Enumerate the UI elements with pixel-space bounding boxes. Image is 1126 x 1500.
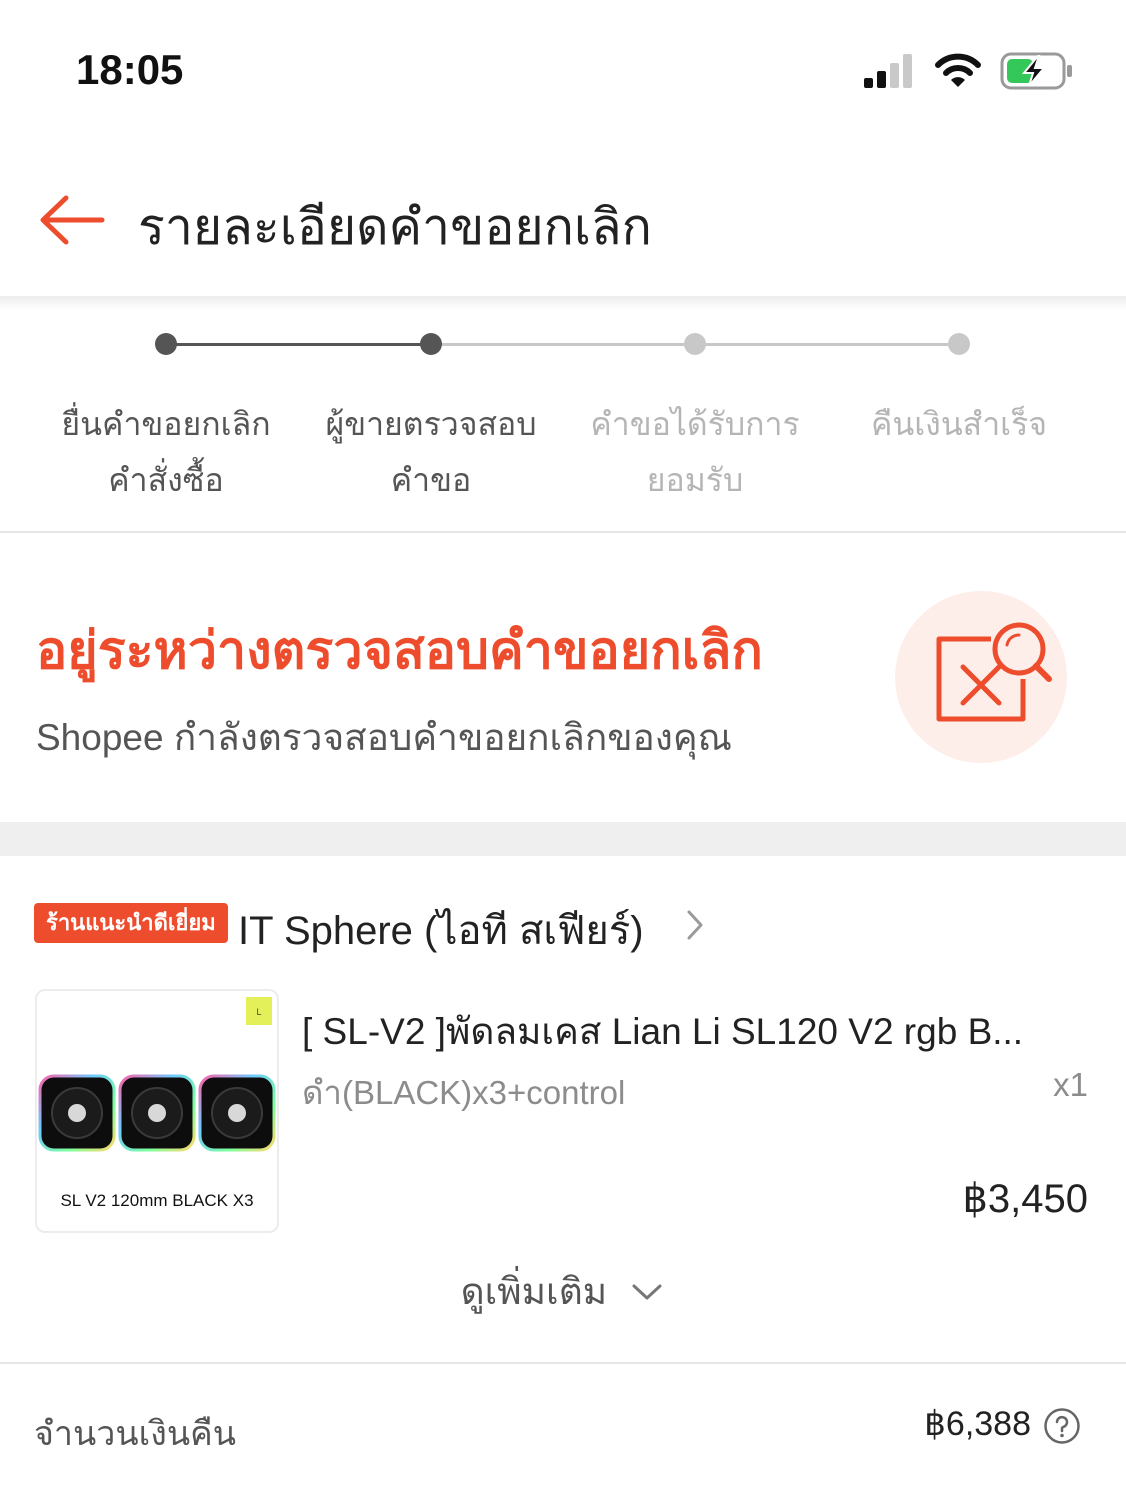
signal-icon — [864, 54, 912, 88]
step-dot-1 — [155, 333, 177, 355]
chevron-right-icon[interactable] — [682, 908, 708, 942]
refund-amount-label: จำนวนเงินคืน — [34, 1415, 237, 1453]
page-title: รายละเอียดคำขอยกเลิก — [138, 199, 652, 255]
step-dot-4 — [948, 333, 970, 355]
cancellation-status-description: Shopee กำลังตรวจสอบคำขอยกเลิกของคุณ — [36, 717, 732, 758]
see-more-label: ดูเพิ่มเติม — [460, 1271, 608, 1312]
fan-1 — [38, 1074, 116, 1152]
fan-pack-image: L — [38, 997, 276, 1152]
product-name[interactable]: [ SL-V2 ]พัดลมเคส Lian Li SL120 V2 rgb B… — [302, 1002, 1092, 1061]
step-connector-2 — [431, 343, 695, 346]
step-connector-3 — [695, 343, 959, 346]
back-arrow-icon[interactable] — [38, 190, 106, 250]
svg-text:L: L — [256, 1007, 261, 1017]
refund-divider — [0, 1362, 1126, 1364]
refund-amount-value: ฿6,388 — [924, 1405, 1031, 1443]
shop-name[interactable]: IT Sphere (ไอที สเฟียร์) — [238, 898, 644, 962]
step-dot-2 — [420, 333, 442, 355]
step-1-line-2: คำสั่งซื้อ — [108, 462, 224, 498]
header-shadow — [0, 296, 1126, 310]
chevron-down-icon — [632, 1284, 662, 1299]
status-bar: 18:05 — [0, 0, 1126, 140]
step-3-line-2: ยอมรับ — [646, 462, 744, 498]
battery-charging-icon — [1000, 52, 1072, 90]
step-label-1: ยื่นคำขอยกเลิก คำสั่งซื้อ — [36, 396, 296, 508]
fan-3 — [198, 1074, 276, 1152]
step-4-line-1: คืนเงินสำเร็จ — [870, 406, 1048, 442]
document-search-icon — [936, 622, 1052, 722]
wifi-icon — [935, 53, 981, 87]
product-price: ฿3,450 — [962, 1177, 1088, 1221]
step-dot-3 — [684, 333, 706, 355]
stepper-divider — [0, 531, 1126, 533]
cancellation-progress-stepper: ยื่นคำขอยกเลิก คำสั่งซื้อ ผู้ขายตรวจสอบ … — [0, 310, 1126, 532]
step-3-line-1: คำขอได้รับการ — [590, 406, 800, 442]
step-2-line-2: คำขอ — [390, 462, 472, 498]
section-separator — [0, 822, 1126, 856]
status-illustration — [895, 591, 1067, 763]
product-quantity: x1 — [1053, 1066, 1088, 1103]
product-variant: ดำ(BLACK)x3+control — [302, 1074, 626, 1111]
step-2-line-1: ผู้ขายตรวจสอบ — [325, 406, 537, 442]
app-header: รายละเอียดคำขอยกเลิก — [0, 150, 1126, 296]
step-1-line-1: ยื่นคำขอยกเลิก — [61, 406, 271, 442]
step-label-3: คำขอได้รับการ ยอมรับ — [565, 396, 825, 508]
fan-2 — [118, 1074, 196, 1152]
see-more-button[interactable]: ดูเพิ่มเติม — [0, 1262, 1126, 1321]
status-time: 18:05 — [76, 46, 184, 93]
status-icons — [864, 52, 1074, 90]
thumbnail-caption: SL V2 120mm BLACK X3 — [60, 1191, 254, 1210]
step-label-4: คืนเงินสำเร็จ — [829, 396, 1089, 452]
product-thumbnail[interactable]: L SL V2 120mm BLACK X3 — [35, 989, 279, 1233]
step-label-2: ผู้ขายตรวจสอบ คำขอ — [301, 396, 561, 508]
step-connector-1 — [166, 343, 431, 346]
preferred-shop-badge: ร้านแนะนำดีเยี่ยม — [34, 903, 228, 943]
question-circle-icon[interactable] — [1043, 1407, 1081, 1445]
cancellation-status-title: อยู่ระหว่างตรวจสอบคำขอยกเลิก — [36, 622, 763, 680]
